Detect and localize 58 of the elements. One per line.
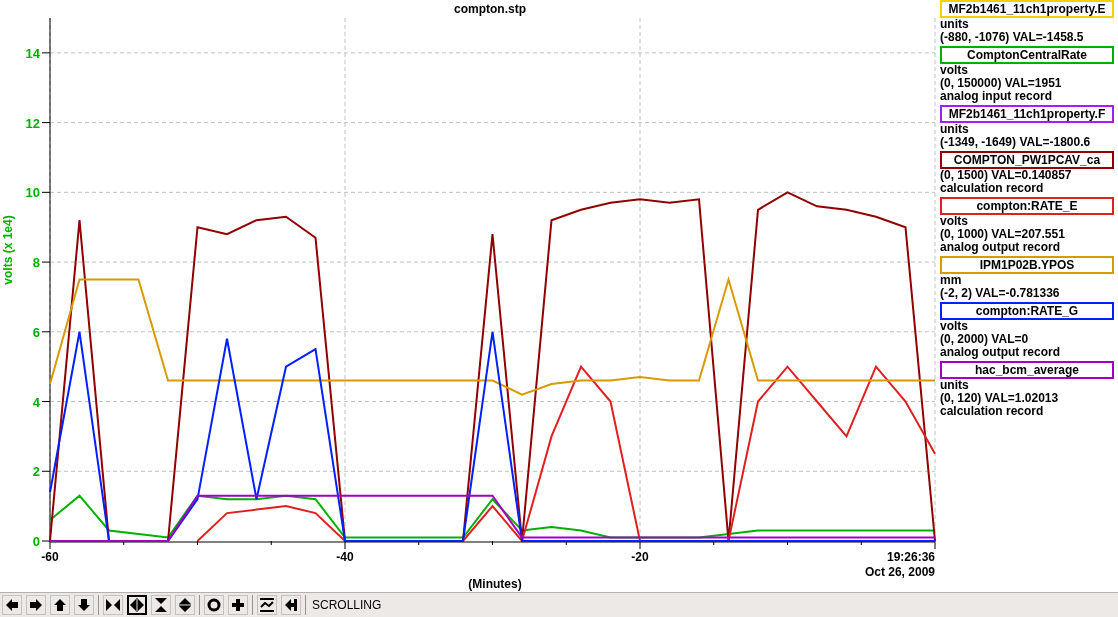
y-axis-label: volts (x 1e4) bbox=[1, 215, 15, 285]
graph-icon bbox=[259, 597, 275, 613]
plus-icon bbox=[231, 598, 245, 612]
legend-label[interactable]: IPM1P02B.YPOS bbox=[940, 256, 1114, 274]
y-tick-label: 0 bbox=[32, 534, 40, 549]
y-tick-label: 10 bbox=[25, 185, 40, 201]
legend-text: mm bbox=[940, 274, 963, 287]
inward-triangles-icon bbox=[105, 598, 121, 612]
legend-text: volts bbox=[940, 215, 969, 228]
end-time-label: 19:26:36 bbox=[886, 550, 935, 564]
legend-text: volts bbox=[940, 64, 969, 77]
up-arrow-icon bbox=[53, 598, 67, 612]
status-text: SCROLLING bbox=[312, 597, 382, 614]
legend-text: calculation record bbox=[940, 182, 1045, 195]
y-tick-label: 6 bbox=[32, 324, 40, 340]
y-tick-label: 12 bbox=[25, 115, 40, 131]
y-tick-label: 2 bbox=[32, 464, 40, 480]
x-tick-label: -40 bbox=[336, 550, 354, 564]
date-label: Oct 26, 2009 bbox=[864, 565, 935, 579]
legend-text: (0, 1500) VAL=0.140857 bbox=[940, 169, 1073, 182]
legend-label[interactable]: MF2b1461_11ch1property.F bbox=[940, 105, 1114, 123]
legend-text: (0, 1000) VAL=207.551 bbox=[940, 228, 1066, 241]
legend-label[interactable]: COMPTON_PW1PCAV_ca bbox=[940, 151, 1114, 169]
x-tick-label: -20 bbox=[631, 550, 649, 564]
legend-text: (0, 120) VAL=1.02013 bbox=[940, 392, 1060, 405]
x-axis-label: (Minutes) bbox=[468, 577, 522, 591]
legend-text: analog output record bbox=[940, 346, 1061, 359]
plot-title: compton.stp bbox=[454, 2, 526, 16]
legend-label[interactable]: compton:RATE_G bbox=[940, 302, 1114, 320]
y-tick-label: 14 bbox=[25, 45, 40, 61]
legend-label[interactable]: ComptonCentralRate bbox=[940, 46, 1114, 64]
vertical-inward-triangles-icon bbox=[154, 597, 168, 613]
legend-text: (-2, 2) VAL=-0.781336 bbox=[940, 287, 1061, 300]
legend-text: analog input record bbox=[940, 90, 1053, 103]
x-tick-label: -60 bbox=[41, 550, 59, 564]
legend-text: (0, 2000) VAL=0 bbox=[940, 333, 1030, 346]
right-arrow-icon bbox=[29, 598, 43, 612]
legend-text: (0, 150000) VAL=1951 bbox=[940, 77, 1063, 90]
legend-text: units bbox=[940, 123, 970, 136]
legend-text: (-1349, -1649) VAL=-1800.6 bbox=[940, 136, 1092, 149]
back-bar-icon bbox=[284, 598, 298, 612]
outward-triangles-icon bbox=[129, 598, 145, 612]
legend-text: volts bbox=[940, 320, 969, 333]
y-tick-label: 4 bbox=[32, 394, 40, 410]
legend-label[interactable]: hac_bcm_average bbox=[940, 361, 1114, 379]
down-arrow-icon bbox=[77, 598, 91, 612]
vertical-outward-triangles-icon bbox=[178, 597, 192, 613]
legend-label[interactable]: MF2b1461_11ch1property.E bbox=[940, 0, 1114, 18]
y-tick-label: 8 bbox=[32, 255, 40, 271]
legend-label[interactable]: compton:RATE_E bbox=[940, 197, 1114, 215]
legend-text: analog output record bbox=[940, 241, 1061, 254]
legend-text: calculation record bbox=[940, 405, 1045, 418]
left-arrow-icon bbox=[5, 598, 19, 612]
legend-text: units bbox=[940, 18, 970, 31]
ring-icon bbox=[207, 598, 221, 612]
legend-text: (-880, -1076) VAL=-1458.5 bbox=[940, 31, 1085, 44]
toolbar-button[interactable] bbox=[127, 595, 147, 615]
legend-text: units bbox=[940, 379, 970, 392]
